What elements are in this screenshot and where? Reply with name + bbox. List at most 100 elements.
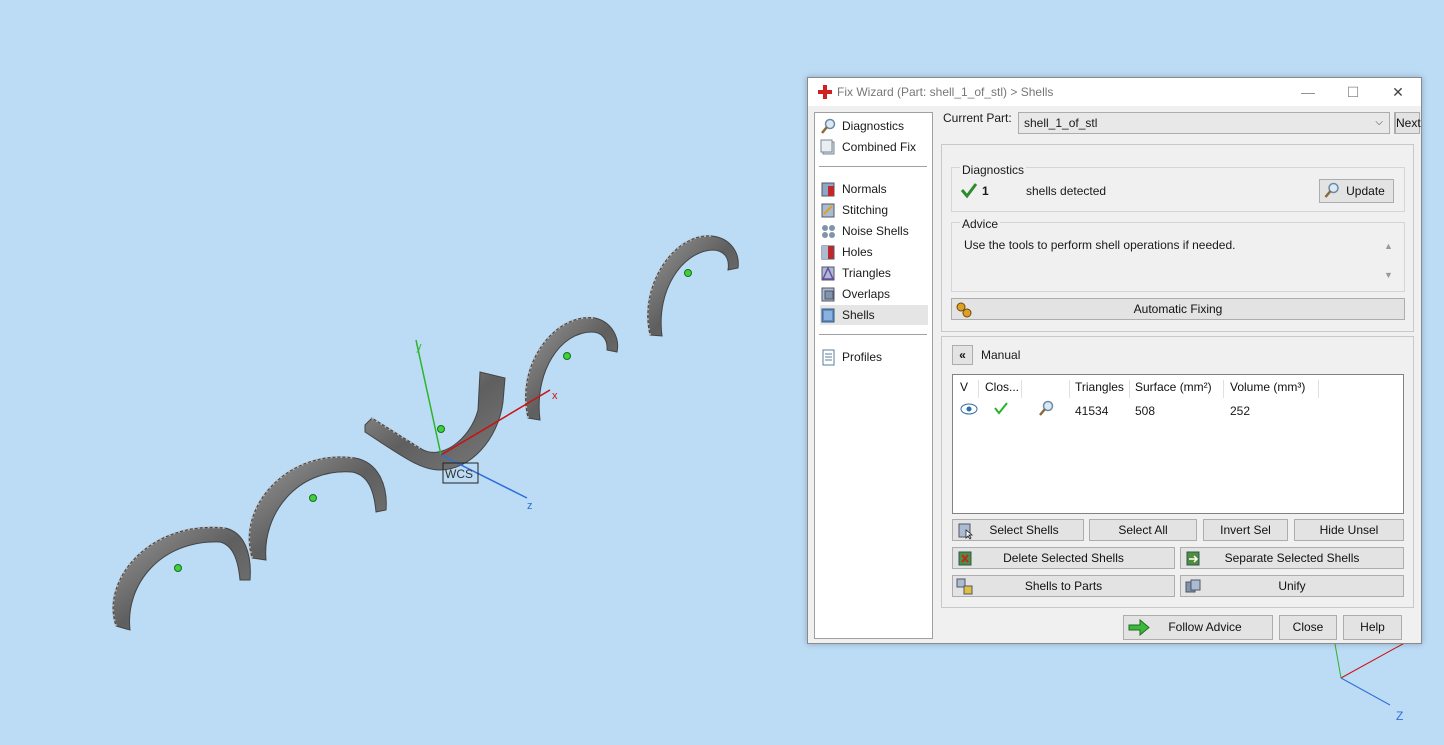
nav-label: Combined Fix	[842, 140, 917, 154]
shells-to-parts-button[interactable]: Shells to Parts	[952, 575, 1175, 597]
help-button[interactable]: Help	[1343, 615, 1402, 640]
scroll-up-icon[interactable]: ▲	[1384, 241, 1393, 251]
current-part-value: shell_1_of_stl	[1024, 116, 1098, 130]
nav-label: Overlaps	[842, 287, 891, 301]
shells-icon	[821, 308, 835, 323]
nav-item-normals[interactable]: Normals	[820, 179, 928, 199]
separate-shells-icon	[1186, 551, 1200, 566]
wizard-nav: Diagnostics Combined Fix Normals Stitchi…	[814, 112, 933, 639]
shell-part-5[interactable]	[646, 234, 739, 337]
nav-label: Holes	[842, 245, 873, 259]
checkmark-icon	[960, 183, 978, 199]
separate-selected-label: Separate Selected Shells	[1224, 551, 1360, 565]
col-closed[interactable]: Clos...	[985, 380, 1022, 398]
nav-label: Stitching	[842, 203, 889, 217]
shells-to-parts-icon	[956, 578, 973, 595]
fix-wizard-dialog: Fix Wizard (Part: shell_1_of_stl) > Shel…	[807, 77, 1422, 644]
collapse-button[interactable]: «	[952, 345, 973, 365]
arrow-right-icon	[1128, 618, 1150, 637]
z-axis-label: z	[527, 500, 533, 512]
manual-title: Manual	[981, 348, 1021, 362]
gears-icon	[956, 302, 972, 318]
col-inspect[interactable]	[1023, 380, 1070, 398]
shell-part-3[interactable]	[364, 371, 506, 471]
delete-selected-label: Delete Selected Shells	[1003, 551, 1124, 565]
automatic-fixing-button[interactable]: Automatic Fixing	[951, 298, 1405, 320]
nav-item-stitching[interactable]: Stitching	[820, 200, 928, 220]
delete-selected-shells-button[interactable]: Delete Selected Shells	[952, 547, 1175, 569]
maximize-button[interactable]: ☐	[1333, 80, 1373, 104]
shells-to-parts-label: Shells to Parts	[1024, 579, 1103, 593]
minimize-button[interactable]: —	[1288, 80, 1328, 104]
select-shells-label: Select Shells	[989, 523, 1059, 537]
close-button[interactable]: Close	[1279, 615, 1337, 640]
col-volume[interactable]: Volume (mm³)	[1230, 380, 1319, 398]
hide-unsel-button[interactable]: Hide Unsel	[1294, 519, 1404, 541]
advice-text: Use the tools to perform shell operation…	[964, 238, 1236, 252]
shell-part-1[interactable]	[112, 526, 251, 631]
normals-icon	[821, 182, 835, 197]
current-part-select[interactable]: shell_1_of_stl ⌵	[1018, 112, 1390, 134]
nav-label: Noise Shells	[842, 224, 909, 238]
cell-triangles: 41534	[1075, 404, 1109, 418]
shell-part-2[interactable]	[248, 455, 387, 561]
nav-label: Diagnostics	[842, 119, 905, 133]
checkmark-icon	[994, 402, 1008, 415]
col-triangles[interactable]: Triangles	[1075, 380, 1130, 398]
follow-advice-button[interactable]: Follow Advice	[1123, 615, 1273, 640]
col-surface[interactable]: Surface (mm²)	[1135, 380, 1224, 398]
stitching-icon	[821, 203, 835, 218]
select-shells-icon	[958, 523, 974, 540]
update-label: Update	[1346, 184, 1385, 198]
nav-item-holes[interactable]: Holes	[820, 242, 928, 262]
unify-icon	[1185, 579, 1201, 593]
close-window-button[interactable]: ✕	[1378, 80, 1418, 104]
shells-table[interactable]: V Clos... Triangles Surface (mm²) Volume…	[952, 374, 1404, 514]
cell-volume: 252	[1230, 404, 1251, 418]
eye-icon[interactable]	[960, 403, 978, 415]
delete-shells-icon	[958, 551, 972, 566]
nav-label: Normals	[842, 182, 887, 196]
diagnostics-text: shells detected	[1026, 184, 1107, 198]
follow-advice-label: Follow Advice	[1168, 620, 1242, 634]
separate-selected-shells-button[interactable]: Separate Selected Shells	[1180, 547, 1404, 569]
update-button[interactable]: Update	[1319, 179, 1394, 203]
combined-fix-icon	[820, 139, 835, 155]
current-part-label: Current Part:	[943, 111, 1012, 125]
holes-icon	[821, 245, 835, 260]
title-bar[interactable]: Fix Wizard (Part: shell_1_of_stl) > Shel…	[808, 78, 1421, 106]
cell-surface: 508	[1135, 404, 1156, 418]
select-shells-button[interactable]: Select Shells	[952, 519, 1084, 541]
nav-item-overlaps[interactable]: Overlaps	[820, 284, 928, 304]
nav-item-combined-fix[interactable]: Combined Fix	[820, 137, 928, 157]
corner-z-label: Z	[1396, 709, 1403, 723]
nav-item-diagnostics[interactable]: Diagnostics	[820, 116, 928, 136]
window-title: Fix Wizard (Part: shell_1_of_stl) > Shel…	[837, 85, 1054, 99]
nav-item-triangles[interactable]: Triangles	[820, 263, 928, 283]
nav-item-noise-shells[interactable]: Noise Shells	[820, 221, 928, 241]
select-all-button[interactable]: Select All	[1089, 519, 1197, 541]
diagnostics-title: Diagnostics	[960, 163, 1027, 177]
magnifier-icon[interactable]	[1038, 400, 1055, 417]
unify-button[interactable]: Unify	[1180, 575, 1404, 597]
corner-axes: Z	[1334, 639, 1411, 723]
x-axis-label: x	[552, 390, 558, 402]
nav-item-profiles[interactable]: Profiles	[820, 347, 928, 367]
nav-label: Shells	[842, 308, 875, 322]
chevron-down-icon: ⌵	[1375, 117, 1383, 128]
scroll-down-icon[interactable]: ▼	[1384, 270, 1393, 280]
invert-sel-button[interactable]: Invert Sel	[1203, 519, 1288, 541]
automatic-fixing-label: Automatic Fixing	[1133, 302, 1223, 316]
shell-count: 1	[982, 184, 989, 198]
overlaps-icon	[821, 287, 835, 302]
wcs-label: WCS	[445, 467, 473, 481]
profiles-icon	[822, 349, 835, 366]
col-v[interactable]: V	[960, 380, 979, 398]
advice-group	[951, 222, 1405, 292]
app-cross-icon	[818, 85, 832, 99]
magnifier-icon	[821, 118, 836, 134]
shell-part-4[interactable]	[524, 316, 619, 421]
next-button[interactable]: Next	[1395, 112, 1421, 134]
nav-item-shells[interactable]: Shells	[820, 305, 928, 325]
unify-label: Unify	[1278, 579, 1306, 593]
